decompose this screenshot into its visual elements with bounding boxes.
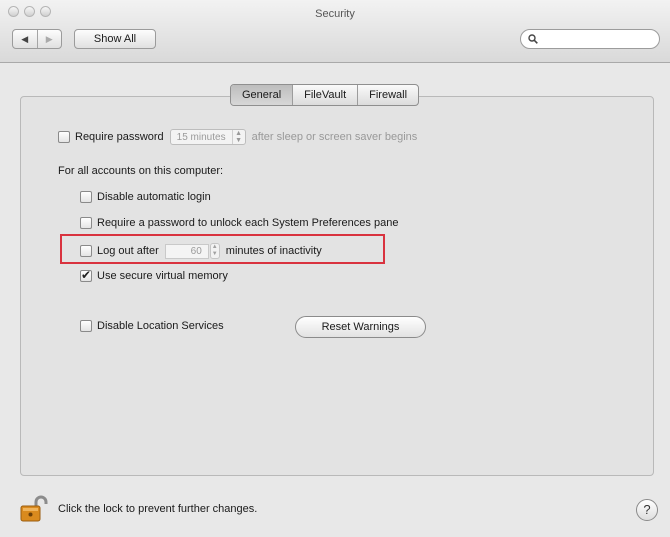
tab-bar: General FileVault Firewall: [230, 84, 420, 106]
lock-status-text: Click the lock to prevent further change…: [58, 503, 258, 515]
window-toolbar: Security ◀ ▶ Show All: [0, 0, 670, 63]
location-services-label: Disable Location Services: [97, 320, 224, 332]
search-input[interactable]: [541, 32, 645, 46]
require-pw-prefs-label: Require a password to unlock each System…: [97, 217, 399, 229]
secure-vm-label: Use secure virtual memory: [97, 270, 228, 282]
back-arrow-icon[interactable]: ◀: [13, 30, 37, 48]
require-password-row: Require password 15 minutes ▲ ▼ after sle…: [58, 129, 417, 145]
reset-warnings-button[interactable]: Reset Warnings: [295, 316, 426, 338]
tab-firewall[interactable]: Firewall: [358, 85, 418, 105]
security-preferences-window: Security ◀ ▶ Show All General FileVault …: [0, 0, 670, 537]
require-password-label: Require password: [75, 131, 164, 143]
disable-auto-login-label: Disable automatic login: [97, 191, 211, 203]
help-button[interactable]: ?: [636, 499, 658, 521]
forward-arrow-icon[interactable]: ▶: [38, 30, 62, 48]
window-title: Security: [315, 8, 355, 20]
location-services-row: Disable Location Services: [80, 320, 224, 332]
unlocked-padlock-icon[interactable]: [18, 495, 50, 523]
disable-auto-login-checkbox[interactable]: [80, 191, 92, 203]
logout-highlight-box: [60, 234, 385, 264]
navigation-buttons: ◀ ▶: [12, 29, 62, 49]
password-interval-popup[interactable]: 15 minutes ▲ ▼: [169, 129, 246, 145]
accounts-heading: For all accounts on this computer:: [58, 165, 224, 177]
secure-vm-row: Use secure virtual memory: [80, 268, 228, 282]
general-settings-panel: [20, 96, 654, 476]
show-all-button[interactable]: Show All: [74, 29, 156, 49]
search-field[interactable]: [520, 29, 660, 49]
require-password-checkbox[interactable]: [58, 131, 70, 143]
require-password-suffix: after sleep or screen saver begins: [251, 131, 418, 143]
tab-filevault[interactable]: FileVault: [293, 85, 359, 105]
tab-general[interactable]: General: [231, 85, 294, 105]
password-interval-value: 15 minutes: [176, 131, 226, 143]
secure-vm-checkbox[interactable]: [80, 268, 92, 282]
require-pw-prefs-row: Require a password to unlock each System…: [80, 217, 398, 229]
require-pw-prefs-checkbox[interactable]: [80, 217, 92, 229]
disable-auto-login-row: Disable automatic login: [80, 191, 211, 203]
location-services-checkbox[interactable]: [80, 320, 92, 332]
search-icon: [528, 34, 538, 44]
popup-arrows-icon: ▲ ▼: [231, 130, 245, 144]
